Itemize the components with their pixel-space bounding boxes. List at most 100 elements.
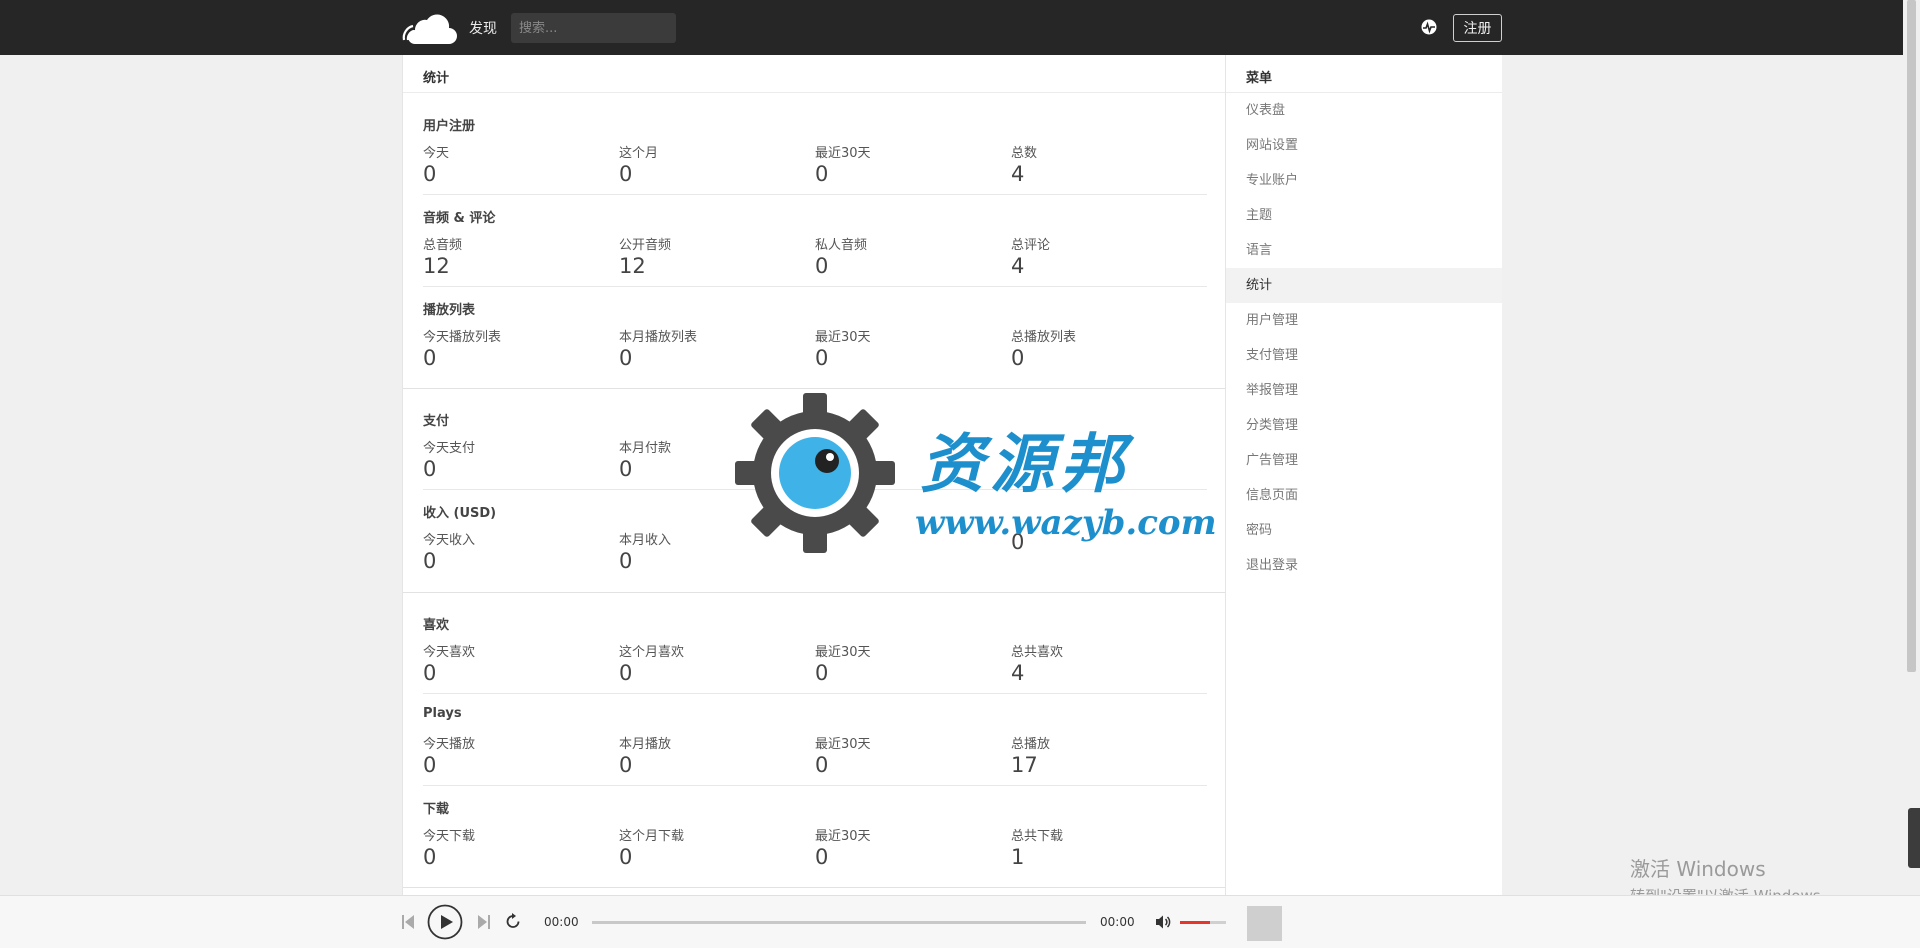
page-title: 统计 [423, 71, 450, 86]
stat-value: 0 [815, 254, 829, 278]
section-title: 播放列表 [423, 303, 476, 318]
stat-label: 最近30天 [815, 146, 871, 161]
volume-icon[interactable] [1155, 914, 1171, 934]
nav-discover-link[interactable]: 发现 [469, 18, 497, 38]
stat-value: 0 [815, 845, 829, 869]
stat-total: 总数 4 [1011, 142, 1201, 187]
section-title: 收入 (USD) [423, 506, 497, 521]
stat-label: 今天支付 [423, 441, 476, 456]
sidebar-item-themes[interactable]: 主题 [1226, 198, 1502, 233]
stat-last-30-days: 最近30天 0 [815, 641, 1005, 686]
divider [403, 92, 1226, 93]
stat-label: 这个月下载 [619, 829, 685, 844]
stat-label: 私人音频 [815, 238, 868, 253]
admin-sidebar: 菜单 仪表盘 网站设置 专业账户 主题 语言 统计 用户管理 支付管理 举报管理… [1225, 55, 1502, 895]
sidebar-item-languages[interactable]: 语言 [1226, 233, 1502, 268]
stat-label: 总共喜欢 [1011, 645, 1064, 660]
stat-today-plays: 今天播放 0 [423, 733, 613, 778]
stat-label: 今天播放 [423, 737, 476, 752]
stat-label: 今天播放列表 [423, 330, 502, 345]
stat-total-audio: 总音频 12 [423, 234, 613, 279]
sidebar-title: 菜单 [1246, 71, 1273, 86]
sidebar-item-payment-management[interactable]: 支付管理 [1226, 338, 1502, 373]
next-icon[interactable] [478, 914, 490, 934]
track-artwork[interactable] [1247, 906, 1282, 941]
sidebar-item-logout[interactable]: 退出登录 [1226, 548, 1502, 583]
group-divider [403, 887, 1226, 888]
sidebar-item-info-pages[interactable]: 信息页面 [1226, 478, 1502, 513]
stat-value: 0 [423, 549, 437, 573]
watermark: 资源邦 www.wazyb.com [735, 393, 1217, 553]
play-icon [427, 904, 463, 940]
side-drawer-tab[interactable] [1908, 808, 1920, 868]
watermark-url: www.wazyb.com [915, 503, 1217, 543]
stat-month-downloads: 这个月下载 0 [619, 825, 809, 870]
sidebar-item-statistics[interactable]: 统计 [1226, 268, 1502, 303]
stat-value: 0 [423, 457, 437, 481]
stat-value: 0 [1011, 346, 1025, 370]
sidebar-item-dashboard[interactable]: 仪表盘 [1226, 93, 1502, 128]
gear-logo-icon [735, 393, 895, 553]
vertical-scrollbar[interactable] [1903, 0, 1920, 895]
stat-value: 0 [423, 753, 437, 777]
stat-value: 4 [1011, 254, 1025, 278]
stat-value: 0 [423, 346, 437, 370]
sidebar-item-report-management[interactable]: 举报管理 [1226, 373, 1502, 408]
stat-last-30-days: 最近30天 0 [815, 326, 1005, 371]
sidebar-item-site-settings[interactable]: 网站设置 [1226, 128, 1502, 163]
stat-label: 最近30天 [815, 737, 871, 752]
stat-public-audio: 公开音频 12 [619, 234, 809, 279]
stat-label: 总音频 [423, 238, 463, 253]
section-title: 音频 & 评论 [423, 211, 496, 226]
search-input[interactable] [511, 13, 676, 43]
stat-value: 1 [1011, 845, 1025, 869]
stat-private-audio: 私人音频 0 [815, 234, 1005, 279]
stat-total-downloads: 总共下载 1 [1011, 825, 1201, 870]
previous-icon[interactable] [402, 914, 414, 934]
stat-label: 今天 [423, 146, 450, 161]
seek-bar[interactable] [592, 921, 1086, 924]
stat-label: 本月播放 [619, 737, 672, 752]
stat-label: 最近30天 [815, 645, 871, 660]
stat-label: 总共下载 [1011, 829, 1064, 844]
divider [423, 194, 1207, 195]
duration: 00:00 [1100, 915, 1135, 929]
register-button[interactable]: 注册 [1453, 14, 1502, 42]
divider [423, 693, 1207, 694]
stat-total-likes: 总共喜欢 4 [1011, 641, 1201, 686]
stat-label: 最近30天 [815, 330, 871, 345]
sidebar-item-password[interactable]: 密码 [1226, 513, 1502, 548]
cloud-logo-icon[interactable] [401, 10, 457, 46]
stat-value: 17 [1011, 753, 1038, 777]
sidebar-item-category-management[interactable]: 分类管理 [1226, 408, 1502, 443]
stat-label: 本月播放列表 [619, 330, 698, 345]
sidebar-item-pro-accounts[interactable]: 专业账户 [1226, 163, 1502, 198]
section-title: 下载 [423, 802, 450, 817]
stat-today-payments: 今天支付 0 [423, 437, 613, 482]
scrollbar-thumb[interactable] [1907, 0, 1916, 672]
section-title: 支付 [423, 414, 450, 429]
stat-label: 今天收入 [423, 533, 476, 548]
stat-this-month: 这个月 0 [619, 142, 809, 187]
divider [423, 286, 1207, 287]
stat-last-30-days: 最近30天 0 [815, 825, 1005, 870]
volume-slider[interactable] [1180, 921, 1226, 924]
stat-total-comments: 总评论 4 [1011, 234, 1201, 279]
stat-value: 0 [815, 753, 829, 777]
stat-label: 今天喜欢 [423, 645, 476, 660]
section-title: 喜欢 [423, 618, 450, 633]
sidebar-item-user-management[interactable]: 用户管理 [1226, 303, 1502, 338]
stat-value: 0 [619, 845, 633, 869]
repeat-icon[interactable] [505, 913, 521, 934]
stat-value: 12 [619, 254, 646, 278]
stat-value: 0 [815, 661, 829, 685]
current-time: 00:00 [544, 915, 579, 929]
pulse-icon[interactable] [1420, 18, 1438, 36]
play-button[interactable] [427, 904, 463, 944]
stat-value: 0 [423, 661, 437, 685]
stat-month-playlists: 本月播放列表 0 [619, 326, 809, 371]
stat-last-30-days: 最近30天 0 [815, 142, 1005, 187]
sidebar-item-ad-management[interactable]: 广告管理 [1226, 443, 1502, 478]
stat-total-plays: 总播放 17 [1011, 733, 1201, 778]
stat-value: 0 [815, 162, 829, 186]
